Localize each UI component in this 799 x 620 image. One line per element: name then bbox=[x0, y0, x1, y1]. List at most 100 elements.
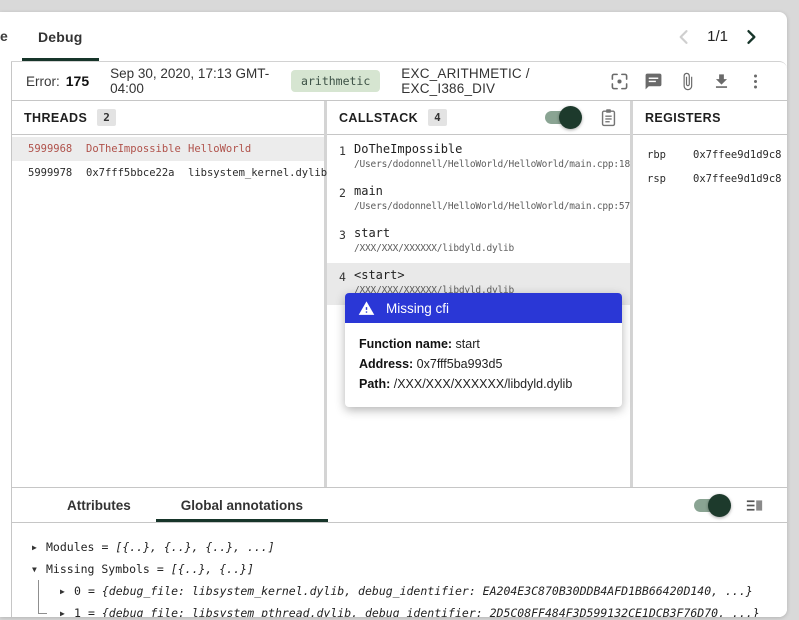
collapse-arrow-icon[interactable]: ▼ bbox=[32, 565, 46, 574]
tooltip-header: Missing cfi bbox=[345, 293, 622, 323]
tooltip-value: start bbox=[452, 337, 480, 351]
top-tab-bar: e Debug 1/1 bbox=[0, 12, 787, 61]
tree-key: 1 bbox=[74, 606, 81, 617]
callstack-toggle-switch[interactable] bbox=[545, 111, 579, 124]
registers-header: REGISTERS bbox=[633, 101, 787, 135]
threads-panel: THREADS 2 5999968 DoTheImpossible HelloW… bbox=[12, 101, 327, 487]
toggle-knob bbox=[559, 106, 582, 129]
tab-attributes-label: Attributes bbox=[67, 498, 131, 513]
tab-partial-left[interactable]: e bbox=[0, 12, 9, 60]
frame-function: <start> bbox=[354, 269, 514, 282]
frame-index: 1 bbox=[339, 143, 354, 171]
frame-path: /Users/dodonnell/HelloWorld/HelloWorld/m… bbox=[354, 159, 630, 171]
expand-arrow-icon[interactable]: ▶ bbox=[60, 609, 74, 618]
annotations-controls bbox=[694, 488, 763, 522]
error-id-group: Error: 175 bbox=[26, 73, 89, 89]
tree-equals: = bbox=[101, 540, 108, 554]
error-actions bbox=[610, 72, 765, 91]
frame-function: start bbox=[354, 227, 514, 240]
tree-equals: = bbox=[88, 584, 95, 598]
pagination: 1/1 bbox=[674, 12, 761, 61]
annotations-tab-bar: Attributes Global annotations bbox=[12, 488, 787, 523]
tooltip-title: Missing cfi bbox=[386, 301, 449, 316]
error-label: Error: bbox=[26, 74, 60, 89]
registers-title: REGISTERS bbox=[645, 111, 721, 125]
tab-global-annotations-label: Global annotations bbox=[181, 498, 303, 513]
frame-index: 2 bbox=[339, 185, 354, 213]
tree-row-symbol-1[interactable]: ▶ 1 = {debug_file: libsystem_pthread.dyl… bbox=[60, 602, 787, 617]
thread-function: 0x7fff5bbce22a bbox=[86, 167, 188, 179]
tree-row-modules[interactable]: ▶ Modules = [{..}, {..}, {..}, ...] bbox=[32, 536, 787, 558]
tree-guide-line bbox=[38, 580, 39, 613]
comment-icon[interactable] bbox=[644, 72, 663, 91]
error-timestamp: Sep 30, 2020, 17:13 GMT-04:00 bbox=[110, 66, 270, 96]
tab-attributes[interactable]: Attributes bbox=[42, 488, 156, 522]
exception-codes: EXC_ARITHMETIC / EXC_I386_DIV bbox=[401, 66, 589, 96]
tooltip-row: Address: 0x7fff5ba993d5 bbox=[359, 354, 608, 374]
classifier-badge[interactable]: arithmetic bbox=[291, 70, 380, 92]
tree-guide-elbow bbox=[38, 613, 47, 614]
focus-icon[interactable] bbox=[610, 72, 629, 91]
tree-value: [{..}, {..}] bbox=[171, 562, 254, 576]
error-detail-container: Error: 175 Sep 30, 2020, 17:13 GMT-04:00… bbox=[11, 61, 787, 617]
warning-icon bbox=[358, 300, 375, 317]
frame-index: 3 bbox=[339, 227, 354, 255]
stack-frame[interactable]: 1 DoTheImpossible/Users/dodonnell/HelloW… bbox=[327, 137, 630, 179]
tab-partial-label: e bbox=[0, 28, 8, 44]
expand-arrow-icon[interactable]: ▶ bbox=[60, 587, 74, 596]
threads-list: 5999968 DoTheImpossible HelloWorld 59999… bbox=[12, 135, 324, 185]
tab-debug-label: Debug bbox=[38, 29, 83, 45]
threads-count-badge: 2 bbox=[97, 109, 116, 126]
register-name: rbp bbox=[647, 149, 693, 161]
toggle-knob bbox=[708, 494, 731, 517]
thread-row[interactable]: 5999968 DoTheImpossible HelloWorld bbox=[12, 137, 324, 161]
panels-row: THREADS 2 5999968 DoTheImpossible HelloW… bbox=[12, 101, 787, 488]
tree-key: 0 bbox=[74, 584, 81, 598]
tooltip-row: Function name: start bbox=[359, 334, 608, 354]
tree-row-missing-symbols[interactable]: ▼ Missing Symbols = [{..}, {..}] bbox=[32, 558, 787, 580]
tab-global-annotations[interactable]: Global annotations bbox=[156, 488, 328, 522]
tree-children: ▶ 0 = {debug_file: libsystem_kernel.dyli… bbox=[38, 580, 787, 617]
tree-value: {debug_file: libsystem_kernel.dylib, deb… bbox=[102, 584, 753, 598]
callstack-panel: CALLSTACK 4 1 DoTheImpossible/Users/dod bbox=[327, 101, 633, 487]
tree-value: [{..}, {..}, {..}, ...] bbox=[115, 540, 274, 554]
more-vert-icon[interactable] bbox=[746, 72, 765, 91]
thread-function: DoTheImpossible bbox=[86, 143, 188, 155]
expand-arrow-icon[interactable]: ▶ bbox=[32, 543, 46, 552]
registers-panel: REGISTERS rbp 0x7ffee9d1d9c8 rsp 0x7ffee… bbox=[633, 101, 787, 487]
frame-function: main bbox=[354, 185, 630, 198]
register-name: rsp bbox=[647, 173, 693, 185]
tooltip-label: Function name: bbox=[359, 337, 452, 351]
side-panel-icon[interactable] bbox=[746, 497, 763, 514]
frame-path: /Users/dodonnell/HelloWorld/HelloWorld/m… bbox=[354, 201, 630, 213]
page-indicator: 1/1 bbox=[707, 28, 728, 45]
annotations-toggle-switch[interactable] bbox=[694, 499, 728, 512]
error-summary-bar: Error: 175 Sep 30, 2020, 17:13 GMT-04:00… bbox=[12, 62, 787, 101]
thread-module: libsystem_kernel.dylib bbox=[188, 167, 327, 179]
register-row: rsp 0x7ffee9d1d9c8 bbox=[633, 167, 787, 191]
thread-id: 5999978 bbox=[28, 167, 86, 179]
tooltip-value: 0x7fff5ba993d5 bbox=[413, 357, 502, 371]
chevron-left-icon[interactable] bbox=[674, 27, 694, 47]
register-value: 0x7ffee9d1d9c8 bbox=[693, 173, 782, 185]
tree-row-symbol-0[interactable]: ▶ 0 = {debug_file: libsystem_kernel.dyli… bbox=[60, 580, 787, 602]
thread-module: HelloWorld bbox=[188, 143, 251, 155]
tree-equals: = bbox=[88, 606, 95, 617]
stack-frame[interactable]: 2 main/Users/dodonnell/HelloWorld/HelloW… bbox=[327, 179, 630, 221]
attachment-icon[interactable] bbox=[678, 72, 697, 91]
tree-key: Missing Symbols bbox=[46, 562, 150, 576]
global-annotations-tree: ▶ Modules = [{..}, {..}, {..}, ...] ▼ Mi… bbox=[12, 523, 787, 617]
chevron-right-icon[interactable] bbox=[741, 27, 761, 47]
stack-frame[interactable]: 3 start/XXX/XXX/XXXXXX/libdyld.dylib bbox=[327, 221, 630, 263]
clipboard-icon[interactable] bbox=[599, 108, 618, 127]
frame-path: /XXX/XXX/XXXXXX/libdyld.dylib bbox=[354, 243, 514, 255]
tooltip-label: Address: bbox=[359, 357, 413, 371]
callstack-title: CALLSTACK bbox=[339, 111, 418, 125]
frame-function: DoTheImpossible bbox=[354, 143, 630, 156]
download-icon[interactable] bbox=[712, 72, 731, 91]
thread-row[interactable]: 5999978 0x7fff5bbce22a libsystem_kernel.… bbox=[12, 161, 324, 185]
error-id: 175 bbox=[66, 73, 89, 89]
tooltip-row: Path: /XXX/XXX/XXXXXX/libdyld.dylib bbox=[359, 374, 608, 394]
callstack-frames: 1 DoTheImpossible/Users/dodonnell/HelloW… bbox=[327, 135, 630, 305]
tab-debug[interactable]: Debug bbox=[22, 12, 99, 61]
